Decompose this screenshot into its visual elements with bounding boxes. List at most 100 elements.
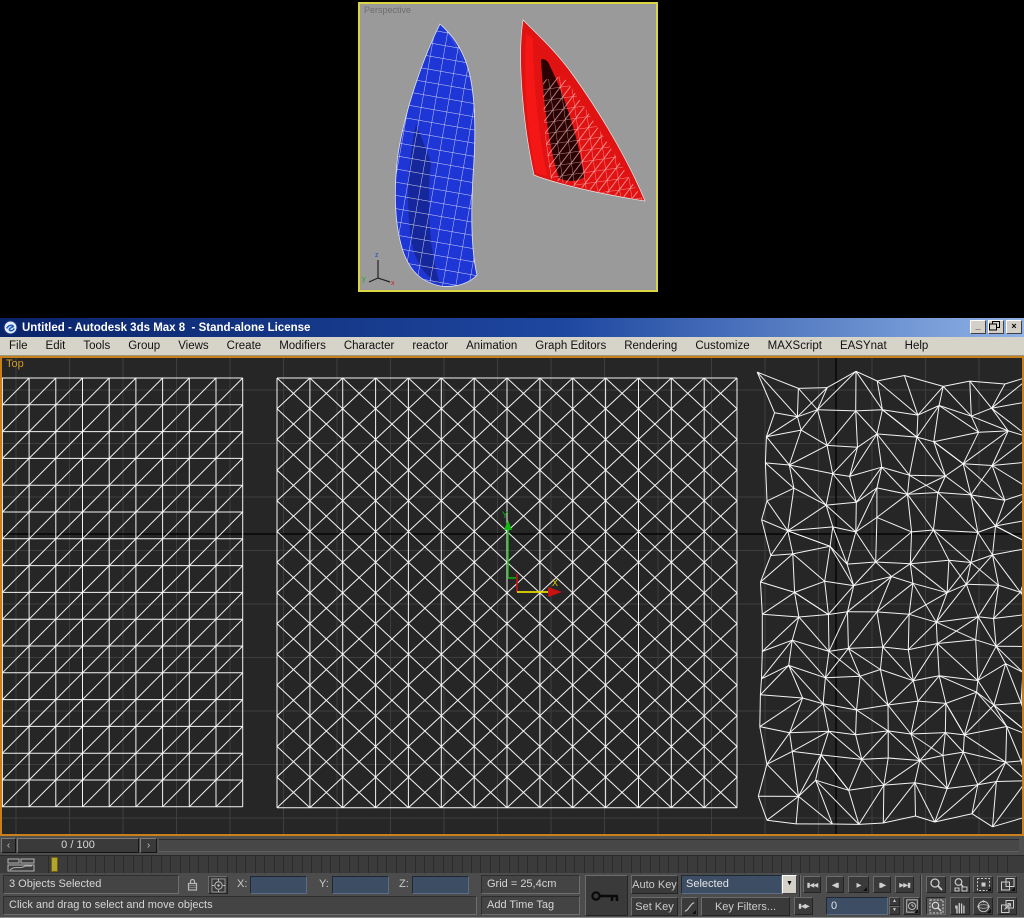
- time-slider-handle[interactable]: 0 / 100: [17, 838, 139, 853]
- track-tick: [499, 856, 501, 873]
- track-tick: [696, 856, 698, 873]
- current-frame-field[interactable]: 0: [826, 897, 888, 915]
- track-tick: [659, 856, 660, 873]
- menu-item-help[interactable]: Help: [896, 337, 938, 356]
- track-tick: [762, 856, 764, 873]
- default-tangent-button[interactable]: [681, 897, 698, 916]
- menu-item-reactor[interactable]: reactor: [403, 337, 457, 356]
- selection-lock-icon[interactable]: [186, 877, 199, 892]
- restore-button[interactable]: [988, 320, 1004, 334]
- track-tick: [283, 856, 284, 873]
- zoom-extents-all-button[interactable]: [997, 876, 1017, 893]
- track-tick: [480, 856, 482, 873]
- pan-button[interactable]: [950, 897, 970, 915]
- time-slider-track[interactable]: [159, 839, 1019, 852]
- z-coordinate-field[interactable]: [412, 876, 469, 894]
- y-coordinate-field[interactable]: [332, 876, 389, 894]
- track-tick: [66, 856, 68, 873]
- track-tick: [706, 856, 707, 873]
- track-tick: [348, 856, 350, 873]
- track-tick: [179, 856, 181, 873]
- track-tick: [461, 856, 463, 873]
- menu-item-modifiers[interactable]: Modifiers: [270, 337, 335, 356]
- mini-curve-editor-button[interactable]: [7, 857, 35, 872]
- arc-rotate-button[interactable]: [973, 897, 993, 915]
- zoom-all-button[interactable]: [950, 876, 970, 893]
- track-tick: [969, 856, 971, 873]
- track-tick: [847, 856, 848, 873]
- track-tick: [875, 856, 877, 873]
- track-tick: [292, 856, 294, 873]
- hand-icon: [954, 902, 965, 914]
- x-coordinate-field[interactable]: [250, 876, 307, 894]
- frame-spin-down[interactable]: ▼: [889, 906, 900, 915]
- window-title: Untitled - Autodesk 3ds Max 8 - Stand-al…: [22, 321, 311, 334]
- track-tick: [649, 856, 651, 873]
- track-tick: [311, 856, 313, 873]
- track-tick: [546, 856, 548, 873]
- previous-frame-button[interactable]: ◀▮: [826, 876, 844, 893]
- next-frame-button[interactable]: ▮▶: [873, 876, 891, 893]
- menu-item-maxscript[interactable]: MAXScript: [759, 337, 831, 356]
- perspective-viewport[interactable]: z x y Perspective: [358, 2, 658, 292]
- frame-forward-button[interactable]: ›: [140, 838, 157, 853]
- menu-item-file[interactable]: File: [0, 337, 37, 356]
- menu-item-rendering[interactable]: Rendering: [615, 337, 686, 356]
- menu-item-graph-editors[interactable]: Graph Editors: [526, 337, 615, 356]
- zoom-extents-button[interactable]: [973, 876, 993, 893]
- transform-typein-toggle[interactable]: [208, 876, 228, 894]
- menu-bar: File Edit Tools Group Views Create Modifiers Ch…: [0, 337, 1024, 356]
- track-tick: [894, 856, 895, 873]
- play-button[interactable]: ▶: [848, 876, 869, 893]
- menu-item-edit[interactable]: Edit: [37, 337, 75, 356]
- track-tick: [198, 856, 200, 873]
- key-filters-button[interactable]: Key Filters...: [701, 897, 790, 916]
- track-tick: [142, 856, 143, 873]
- viewport-label-perspective[interactable]: Perspective: [364, 5, 411, 15]
- svg-text:Y: Y: [502, 510, 508, 520]
- set-key-button[interactable]: Set Key: [631, 897, 678, 916]
- menu-item-animation[interactable]: Animation: [457, 337, 526, 356]
- min-max-toggle-button[interactable]: [997, 897, 1017, 915]
- zoom-button[interactable]: [926, 876, 946, 893]
- key-mode-toggle[interactable]: ▮◀▶: [794, 897, 813, 915]
- go-to-start-button[interactable]: ▮◀◀: [803, 876, 821, 893]
- blue-cloth-mesh[interactable]: [394, 23, 478, 287]
- dropdown-arrow-icon[interactable]: ▼: [782, 875, 797, 894]
- red-cloth-mesh[interactable]: [520, 19, 646, 202]
- track-tick: [884, 856, 886, 873]
- menu-item-views[interactable]: Views: [169, 337, 217, 356]
- track-tick: [113, 856, 115, 873]
- set-keys-button[interactable]: [585, 875, 628, 916]
- app-icon[interactable]: [3, 320, 18, 335]
- region-zoom-button[interactable]: [926, 897, 946, 915]
- time-configuration-button[interactable]: [903, 897, 920, 915]
- track-bar[interactable]: [0, 855, 1024, 873]
- current-frame-marker[interactable]: [51, 857, 58, 872]
- menu-item-group[interactable]: Group: [119, 337, 169, 356]
- menu-item-easynat[interactable]: EASYnat: [831, 337, 896, 356]
- selection-set-dropdown[interactable]: Selected: [681, 875, 782, 894]
- track-tick: [959, 856, 961, 873]
- grid-setting-display: Grid = 25,4cm: [481, 875, 580, 894]
- auto-key-button[interactable]: Auto Key: [631, 875, 678, 894]
- selection-status: 3 Objects Selected: [3, 875, 179, 894]
- close-button[interactable]: ×: [1006, 320, 1022, 334]
- menu-item-character[interactable]: Character: [335, 337, 404, 356]
- track-tick: [405, 856, 407, 873]
- key-icon: [590, 890, 618, 901]
- add-time-tag-button[interactable]: Add Time Tag: [481, 896, 580, 915]
- go-to-end-button[interactable]: ▶▶▮: [895, 876, 914, 893]
- title-bar[interactable]: Untitled - Autodesk 3ds Max 8 - Stand-al…: [0, 318, 1024, 337]
- viewport-label-top[interactable]: Top: [6, 358, 24, 370]
- frame-back-button[interactable]: ‹: [1, 838, 16, 853]
- frame-spin-up[interactable]: ▲: [889, 897, 900, 906]
- top-viewport-canvas[interactable]: Y X: [2, 358, 1022, 834]
- minimize-button[interactable]: _: [970, 320, 986, 334]
- menu-item-create[interactable]: Create: [218, 337, 271, 356]
- menu-item-tools[interactable]: Tools: [74, 337, 119, 356]
- perspective-canvas[interactable]: z x y: [360, 4, 656, 290]
- max-window: Untitled - Autodesk 3ds Max 8 - Stand-al…: [0, 318, 1024, 918]
- top-viewport[interactable]: Y X Top: [0, 356, 1024, 836]
- menu-item-customize[interactable]: Customize: [686, 337, 758, 356]
